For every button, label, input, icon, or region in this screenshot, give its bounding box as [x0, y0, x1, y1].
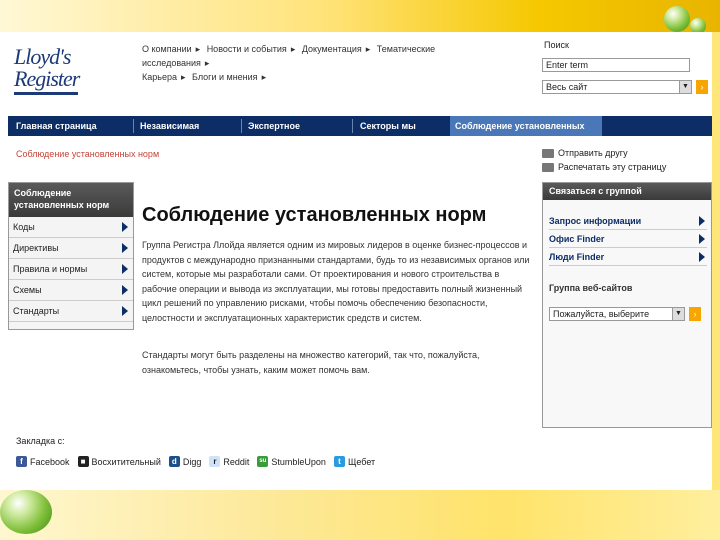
delicious-icon: ■	[77, 456, 89, 467]
arrow-right-icon	[122, 306, 128, 316]
search-go-button[interactable]: ›	[696, 80, 708, 94]
intro-paragraph: Группа Регистра Ллойда является одним из…	[142, 240, 530, 323]
sidebar-item-directives[interactable]: Директивы	[9, 238, 133, 259]
sidebar-item-rules[interactable]: Правила и нормы	[9, 259, 133, 280]
standards-paragraph: Стандарты могут быть разделены на множес…	[142, 350, 480, 375]
toplink-news[interactable]: Новости и события	[207, 44, 287, 54]
toplink-careers[interactable]: Карьера	[142, 72, 177, 82]
web-page: Lloyd's Register О компании ▸ Новости и с…	[0, 32, 712, 490]
bookmark-label: Закладка с:	[16, 436, 65, 446]
request-info-link[interactable]: Запрос информации	[549, 213, 707, 230]
chevron-down-icon: ▼	[679, 81, 691, 93]
contact-box-header: Связаться с группой	[543, 183, 711, 200]
reddit-icon: r	[209, 456, 221, 467]
slide-right-frame	[712, 32, 720, 490]
search-scope-select[interactable]: Весь сайт ▼	[542, 80, 692, 94]
nav-independent-review[interactable]: Независимая проверка	[140, 116, 240, 151]
arrow-right-icon	[699, 216, 705, 226]
facebook-icon: f	[16, 456, 27, 467]
send-to-friend-link[interactable]: Отправить другу	[542, 146, 666, 160]
bookmark-twitter[interactable]: t Щебет	[333, 456, 375, 467]
search-input[interactable]: Enter term	[542, 58, 690, 72]
websites-go-button[interactable]: ›	[689, 307, 701, 321]
bookmark-facebook[interactable]: f Facebook	[16, 456, 70, 467]
lloyds-register-logo[interactable]: Lloyd's Register	[14, 46, 86, 114]
toplink-about[interactable]: О компании	[142, 44, 192, 54]
toplink-docs[interactable]: Документация	[302, 44, 362, 54]
bookmark-digg[interactable]: d Digg	[168, 456, 201, 467]
page-tools: Отправить другу Распечатать эту страницу	[542, 146, 666, 174]
group-websites-label: Группа веб-сайтов	[549, 283, 633, 293]
page-title: Соблюдение установленных норм	[142, 204, 487, 226]
contact-box: Связаться с группой Запрос информации Оф…	[542, 182, 712, 428]
breadcrumb[interactable]: Соблюдение установленных норм	[16, 149, 159, 159]
bookmark-delicious[interactable]: ■ Восхитительный	[77, 456, 161, 467]
arrow-right-icon	[699, 252, 705, 262]
sidebar-item-codes[interactable]: Коды	[9, 217, 133, 238]
digg-icon: d	[168, 456, 180, 467]
envelope-icon	[542, 148, 554, 158]
sidebar-header: Соблюдение установленных норм	[9, 183, 133, 217]
people-finder-link[interactable]: Люди Finder	[549, 249, 707, 266]
sidebar-item-schemes[interactable]: Схемы	[9, 280, 133, 301]
arrow-right-icon	[122, 222, 128, 232]
stumbleupon-icon: su	[257, 456, 269, 467]
nav-home[interactable]: Главная страница	[16, 116, 136, 136]
main-nav: Главная страница Независимая проверка Эк…	[8, 116, 712, 151]
nav-expert-opinion[interactable]: Экспертное заключение	[248, 116, 354, 151]
top-links: О компании ▸ Новости и события ▸ Документа…	[142, 44, 436, 82]
decorative-drop	[0, 490, 52, 534]
group-websites-select[interactable]: Пожалуйста, выберите ▼	[549, 307, 685, 321]
slide-bottom-frame	[0, 490, 720, 540]
bookmark-stumbleupon[interactable]: su StumbleUpon	[257, 456, 326, 467]
bookmark-reddit[interactable]: r Reddit	[209, 456, 249, 467]
search-label: Поиск	[544, 40, 569, 50]
print-page-link[interactable]: Распечатать эту страницу	[542, 160, 666, 174]
printer-icon	[542, 162, 554, 172]
office-finder-link[interactable]: Офис Finder	[549, 231, 707, 248]
twitter-icon: t	[333, 456, 345, 467]
arrow-right-icon	[122, 243, 128, 253]
nav-sectors[interactable]: Секторы мы служим	[360, 116, 446, 151]
toplink-blogs[interactable]: Блоги и мнения	[192, 72, 258, 82]
decorative-drop	[664, 6, 690, 32]
arrow-right-icon	[122, 285, 128, 295]
slide-top-frame	[0, 0, 720, 32]
nav-compliance[interactable]: Соблюдение установленных норм	[450, 116, 602, 151]
left-sidebar: Соблюдение установленных норм Коды Дирек…	[8, 182, 134, 330]
bookmark-bar: f Facebook ■ Восхитительный d Digg r Red…	[16, 456, 375, 467]
arrow-right-icon	[122, 264, 128, 274]
arrow-right-icon	[699, 234, 705, 244]
chevron-down-icon: ▼	[672, 308, 684, 320]
sidebar-item-standards[interactable]: Стандарты	[9, 301, 133, 322]
